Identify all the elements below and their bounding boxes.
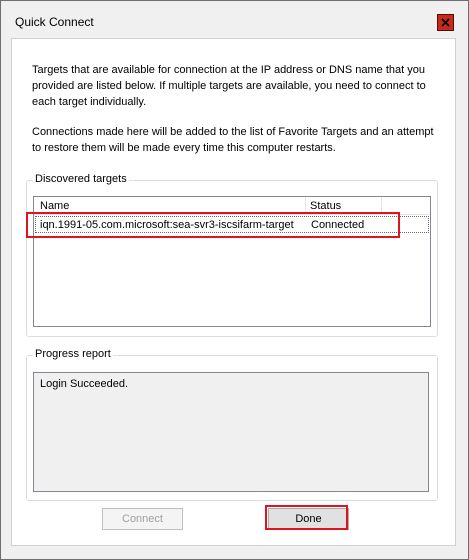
progress-report-label: Progress report: [33, 348, 113, 360]
progress-report-group: Progress report Login Succeeded.: [26, 348, 438, 501]
title-bar[interactable]: Quick Connect: [1, 1, 468, 33]
target-highlight-box: [26, 212, 400, 238]
favorites-line: to restore them will be made every time …: [32, 142, 336, 154]
dialog-content: Targets that are available for connectio…: [11, 38, 456, 546]
quick-connect-dialog: Quick Connect Targets that are available…: [0, 0, 469, 560]
done-highlight-box: [265, 505, 348, 530]
column-header-name[interactable]: Name: [40, 200, 69, 212]
close-icon: [441, 18, 450, 27]
discovered-targets-group: Discovered targets Name Status iqn.1991-…: [26, 173, 438, 337]
progress-report-box: Login Succeeded.: [33, 372, 429, 492]
intro-line: each target individually.: [32, 96, 147, 108]
connect-button[interactable]: Connect: [102, 508, 183, 530]
progress-report-text: Login Succeeded.: [40, 378, 129, 390]
intro-line: Targets that are available for connectio…: [32, 64, 425, 76]
intro-text: Targets that are available for connectio…: [32, 62, 442, 110]
window-title: Quick Connect: [15, 15, 94, 29]
intro-line: provided are listed below. If multiple t…: [32, 80, 426, 92]
favorites-line: Connections made here will be added to t…: [32, 126, 434, 138]
favorites-note: Connections made here will be added to t…: [32, 124, 442, 156]
column-header-status[interactable]: Status: [310, 200, 341, 212]
discovered-targets-label: Discovered targets: [33, 173, 129, 185]
close-button[interactable]: [437, 14, 454, 31]
